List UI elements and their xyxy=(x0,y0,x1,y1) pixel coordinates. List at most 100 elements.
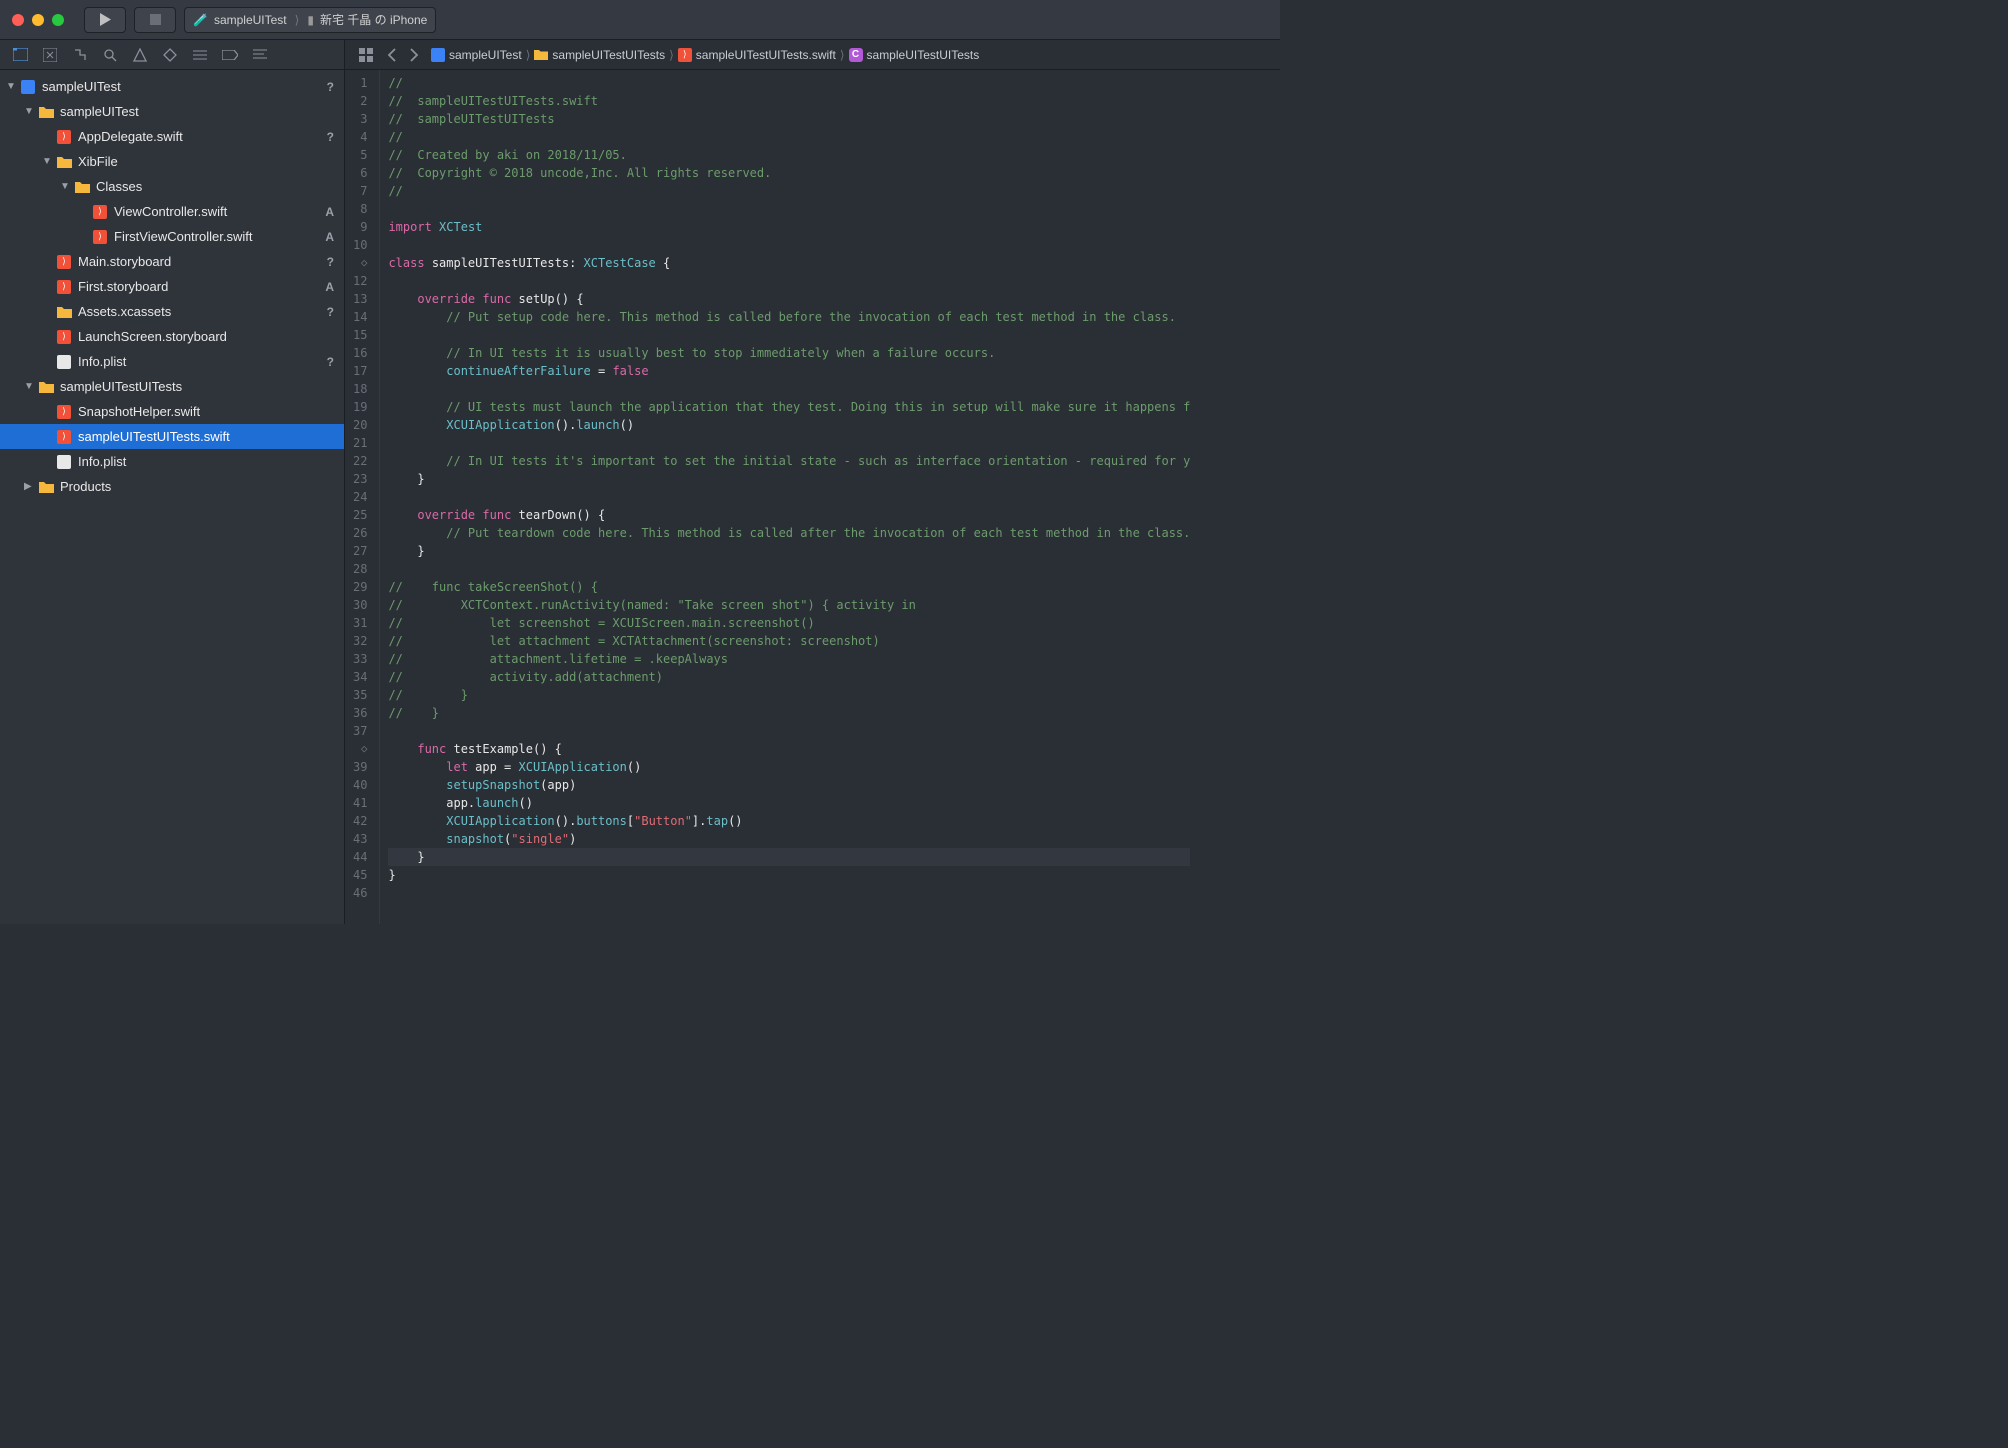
code-editor[interactable]: 12345678910◇1213141516171819202122232425… xyxy=(345,70,1280,924)
code-line[interactable]: // sampleUITestUITests.swift xyxy=(388,92,1190,110)
code-content[interactable]: //// sampleUITestUITests.swift// sampleU… xyxy=(380,70,1190,924)
code-line[interactable]: let app = XCUIApplication() xyxy=(388,758,1190,776)
code-line[interactable]: // } xyxy=(388,704,1190,722)
code-line[interactable] xyxy=(388,488,1190,506)
code-line[interactable]: // In UI tests it is usually best to sto… xyxy=(388,344,1190,362)
disclosure-triangle-icon[interactable]: ▼ xyxy=(42,156,54,167)
code-line[interactable]: // xyxy=(388,182,1190,200)
file-tree[interactable]: ▼ sampleUITest ? ▼sampleUITest⟩AppDelega… xyxy=(0,70,344,924)
code-line[interactable]: // func takeScreenShot() { xyxy=(388,578,1190,596)
find-navigator-icon[interactable] xyxy=(102,47,118,63)
tree-item[interactable]: Assets.xcassets? xyxy=(0,299,344,324)
code-line[interactable] xyxy=(388,326,1190,344)
tree-item[interactable]: ▼Classes xyxy=(0,174,344,199)
scheme-selector[interactable]: 🧪 sampleUITest ⟩ ▮ 新宅 千晶 の iPhone xyxy=(184,7,436,33)
issue-navigator-icon[interactable] xyxy=(132,47,148,63)
breadcrumb-item[interactable]: sampleUITestUITests xyxy=(534,48,665,62)
tree-item[interactable]: ▼ sampleUITestUITests xyxy=(0,374,344,399)
code-line[interactable]: continueAfterFailure = false xyxy=(388,362,1190,380)
back-button[interactable] xyxy=(385,48,398,62)
disclosure-triangle-icon[interactable]: ▼ xyxy=(24,381,36,392)
code-line[interactable] xyxy=(388,272,1190,290)
code-line[interactable]: // attachment.lifetime = .keepAlways xyxy=(388,650,1190,668)
report-navigator-icon[interactable] xyxy=(252,47,268,63)
tree-item[interactable]: Info.plist? xyxy=(0,349,344,374)
tree-item[interactable]: ⟩First.storyboardA xyxy=(0,274,344,299)
code-line[interactable]: // sampleUITestUITests xyxy=(388,110,1190,128)
breadcrumb-item[interactable]: ⟩sampleUITestUITests.swift xyxy=(678,48,836,62)
tree-item[interactable]: ▶Products xyxy=(0,474,344,499)
code-line[interactable]: // Copyright © 2018 uncode,Inc. All righ… xyxy=(388,164,1190,182)
scm-status-badge: ? xyxy=(327,130,334,144)
source-control-navigator-icon[interactable] xyxy=(42,47,58,63)
breadcrumb-item[interactable]: sampleUITest xyxy=(431,48,522,62)
code-line[interactable]: // Put setup code here. This method is c… xyxy=(388,308,1190,326)
code-line[interactable]: import XCTest xyxy=(388,218,1190,236)
code-line[interactable]: snapshot("single") xyxy=(388,830,1190,848)
tree-item[interactable]: ⟩FirstViewController.swiftA xyxy=(0,224,344,249)
code-line[interactable]: override func tearDown() { xyxy=(388,506,1190,524)
related-items-icon[interactable] xyxy=(357,48,375,62)
tree-item[interactable]: Info.plist xyxy=(0,449,344,474)
close-window-button[interactable] xyxy=(12,14,24,26)
code-line[interactable]: XCUIApplication().buttons["Button"].tap(… xyxy=(388,812,1190,830)
code-line[interactable] xyxy=(388,884,1190,902)
code-line[interactable]: // Created by aki on 2018/11/05. xyxy=(388,146,1190,164)
zoom-window-button[interactable] xyxy=(52,14,64,26)
tree-item-label: XibFile xyxy=(78,154,334,169)
project-navigator-icon[interactable] xyxy=(12,47,28,63)
tree-item-label: Main.storyboard xyxy=(78,254,327,269)
disclosure-triangle-icon[interactable]: ▶ xyxy=(24,481,36,492)
tree-item[interactable]: ⟩Main.storyboard? xyxy=(0,249,344,274)
disclosure-triangle-icon[interactable]: ▼ xyxy=(60,181,72,192)
minimize-window-button[interactable] xyxy=(32,14,44,26)
code-line[interactable]: XCUIApplication().launch() xyxy=(388,416,1190,434)
code-line[interactable]: // In UI tests it's important to set the… xyxy=(388,452,1190,470)
forward-button[interactable] xyxy=(408,48,421,62)
code-line[interactable]: // let screenshot = XCUIScreen.main.scre… xyxy=(388,614,1190,632)
tree-project-root[interactable]: ▼ sampleUITest ? xyxy=(0,74,344,99)
code-line[interactable]: // activity.add(attachment) xyxy=(388,668,1190,686)
code-line[interactable]: class sampleUITestUITests: XCTestCase { xyxy=(388,254,1190,272)
code-line[interactable]: app.launch() xyxy=(388,794,1190,812)
code-line[interactable]: } xyxy=(388,848,1190,866)
symbol-navigator-icon[interactable] xyxy=(72,47,88,63)
code-line[interactable] xyxy=(388,236,1190,254)
swift-file-icon: ⟩ xyxy=(56,129,72,145)
stop-button[interactable] xyxy=(134,7,176,33)
tree-item[interactable]: ⟩SnapshotHelper.swift xyxy=(0,399,344,424)
tree-item[interactable]: ⟩ViewController.swiftA xyxy=(0,199,344,224)
code-line[interactable]: // let attachment = XCTAttachment(screen… xyxy=(388,632,1190,650)
disclosure-triangle-icon[interactable]: ▼ xyxy=(24,106,36,117)
code-line[interactable] xyxy=(388,560,1190,578)
code-line[interactable] xyxy=(388,200,1190,218)
code-line[interactable] xyxy=(388,722,1190,740)
code-line[interactable]: override func setUp() { xyxy=(388,290,1190,308)
breakpoint-navigator-icon[interactable] xyxy=(222,47,238,63)
code-line[interactable]: // } xyxy=(388,686,1190,704)
code-line[interactable]: // XCTContext.runActivity(named: "Take s… xyxy=(388,596,1190,614)
run-button[interactable] xyxy=(84,7,126,33)
tree-item[interactable]: ⟩AppDelegate.swift? xyxy=(0,124,344,149)
tree-item[interactable]: ⟩LaunchScreen.storyboard xyxy=(0,324,344,349)
disclosure-triangle-icon[interactable]: ▼ xyxy=(6,81,18,92)
code-line[interactable]: func testExample() { xyxy=(388,740,1190,758)
code-line[interactable]: setupSnapshot(app) xyxy=(388,776,1190,794)
test-navigator-icon[interactable] xyxy=(162,47,178,63)
line-number: 39 xyxy=(353,758,367,776)
code-line[interactable]: // xyxy=(388,128,1190,146)
code-line[interactable]: } xyxy=(388,866,1190,884)
code-line[interactable]: } xyxy=(388,542,1190,560)
breadcrumb-item[interactable]: CsampleUITestUITests xyxy=(849,48,980,62)
code-line[interactable]: // UI tests must launch the application … xyxy=(388,398,1190,416)
code-line[interactable] xyxy=(388,380,1190,398)
code-line[interactable]: // xyxy=(388,74,1190,92)
tree-item-label: sampleUITestUITests xyxy=(60,379,334,394)
tree-item[interactable]: ▼sampleUITest xyxy=(0,99,344,124)
code-line[interactable]: } xyxy=(388,470,1190,488)
debug-navigator-icon[interactable] xyxy=(192,47,208,63)
tree-item[interactable]: ⟩sampleUITestUITests.swift xyxy=(0,424,344,449)
code-line[interactable] xyxy=(388,434,1190,452)
tree-item[interactable]: ▼ XibFile xyxy=(0,149,344,174)
code-line[interactable]: // Put teardown code here. This method i… xyxy=(388,524,1190,542)
